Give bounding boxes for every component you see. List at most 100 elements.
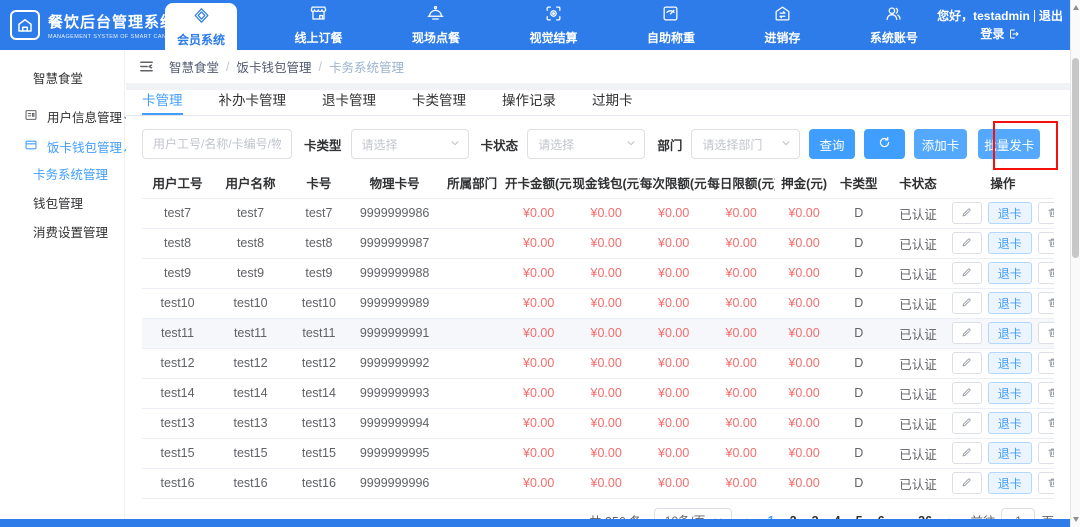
scroll-up-arrow-icon[interactable] (1073, 5, 1079, 10)
delete-card-button[interactable] (1037, 472, 1054, 494)
user-name-header: 用户名称 (225, 176, 276, 191)
batch-issue-card-button[interactable]: 批量发卡 (978, 129, 1040, 159)
delete-card-button[interactable] (1037, 202, 1054, 224)
app-logo: 餐饮后台管理系统 MANAGEMENT SYSTEM OF SMART CANT… (10, 0, 183, 50)
edit-pencil-icon (961, 416, 972, 431)
sidebar-item-user-info[interactable]: 用户信息管理 (0, 101, 134, 131)
tab-bar: 卡管理 补办卡管理 退卡管理 卡类管理 操作记录 过期卡 (126, 90, 1070, 116)
sidebar-item-card-wallet[interactable]: 饭卡钱包管理 (0, 131, 134, 161)
card-type-select[interactable]: 请选择 (350, 129, 469, 159)
nav-item-inventory[interactable]: 进销存 (752, 0, 812, 50)
user-session-area: 您好，testadmin 退出登录 (936, 0, 1064, 50)
tab-card-type[interactable]: 卡类管理 (412, 90, 466, 115)
tab-card-mgmt[interactable]: 卡管理 (142, 90, 183, 115)
delete-card-button[interactable] (1037, 292, 1054, 314)
nav-item-self-weigh[interactable]: 自助称重 (635, 0, 707, 50)
department-cell (439, 407, 505, 438)
delete-card-button[interactable] (1037, 232, 1054, 254)
dish-icon (426, 4, 445, 26)
table-row: test14 test14 test14 9999999993 ¥0.00 ¥0.00 ¥0… (142, 377, 1054, 408)
keyword-search-input[interactable] (142, 129, 292, 159)
edit-card-button[interactable] (951, 232, 982, 254)
cash-wallet-cell: ¥0.00 (572, 437, 640, 468)
tab-return-card[interactable]: 退卡管理 (322, 90, 376, 115)
table-row: test12 test12 test12 9999999992 ¥0.00 ¥0.00 ¥0… (142, 347, 1054, 378)
edit-card-button[interactable] (951, 202, 982, 224)
logout-icon[interactable] (1008, 27, 1020, 41)
edit-pencil-icon (961, 476, 972, 491)
return-card-button[interactable]: 退卡 (987, 382, 1032, 404)
inventory-icon (773, 4, 792, 26)
edit-card-button[interactable] (951, 262, 982, 284)
top-nav: 会员系统 线上订餐 现场点餐 视觉结算 自助称重 进销存 系统账号 (165, 0, 930, 50)
per-limit-cell: ¥0.00 (639, 317, 708, 348)
scrollbar[interactable] (1070, 0, 1080, 527)
return-card-button[interactable]: 退卡 (987, 232, 1032, 254)
actions-cell: 退卡 (951, 317, 1054, 348)
return-card-button[interactable]: 退卡 (987, 262, 1032, 284)
sidebar-item-card-system-mgmt[interactable]: 卡务系统管理 (0, 161, 124, 190)
return-card-button[interactable]: 退卡 (987, 202, 1032, 224)
card-status-select[interactable]: 请选择 (527, 129, 646, 159)
edit-pencil-icon (961, 326, 972, 341)
edit-card-button[interactable] (951, 442, 982, 464)
nav-item-onsite-order[interactable]: 现场点餐 (400, 0, 472, 50)
daily-limit-cell: ¥0.00 (707, 347, 775, 378)
edit-card-button[interactable] (951, 292, 982, 314)
nav-item-system-account[interactable]: 系统账号 (858, 0, 930, 50)
return-card-button[interactable]: 退卡 (987, 412, 1032, 434)
card-table-body: test7 test7 test7 9999999986 ¥0.00 ¥0.00 ¥0.00… (142, 197, 1054, 499)
physical-card-no-cell: 9999999989 (349, 287, 440, 318)
bottom-accent-strip (0, 519, 1070, 527)
daily-limit-cell: ¥0.00 (707, 467, 775, 499)
delete-card-button[interactable] (1037, 262, 1054, 284)
search-button[interactable]: 查询 (808, 129, 856, 159)
edit-card-button[interactable] (951, 322, 982, 344)
delete-card-button[interactable] (1037, 322, 1054, 344)
camera-scan-icon (544, 4, 563, 26)
scroll-down-arrow-icon[interactable] (1073, 517, 1079, 522)
physical-card-no-cell: 9999999988 (349, 257, 440, 288)
sidebar-item-wallet-mgmt[interactable]: 钱包管理 (0, 190, 124, 219)
edit-card-button[interactable] (951, 352, 982, 374)
per-limit-cell: ¥0.00 (639, 227, 708, 258)
breadcrumb-item-home[interactable]: 智慧食堂 (169, 57, 219, 76)
department-select[interactable]: 请选择部门 (691, 129, 800, 159)
tab-expired-card[interactable]: 过期卡 (592, 90, 633, 115)
edit-card-button[interactable] (951, 472, 982, 494)
return-card-button[interactable]: 退卡 (987, 292, 1032, 314)
user-name-cell: test10 (213, 287, 288, 318)
breadcrumb-item-card-wallet[interactable]: 饭卡钱包管理 (237, 57, 312, 76)
delete-card-button[interactable] (1037, 352, 1054, 374)
return-card-button[interactable]: 退卡 (987, 472, 1032, 494)
actions-cell: 退卡 (951, 287, 1054, 318)
department-label: 部门 (657, 138, 683, 153)
gem-icon (192, 6, 211, 28)
delete-card-button[interactable] (1037, 442, 1054, 464)
refresh-button[interactable] (864, 129, 905, 159)
wallet-card-icon (24, 138, 47, 155)
card-status-cell: 已认证 (884, 317, 952, 348)
return-card-button[interactable]: 退卡 (987, 322, 1032, 344)
nav-item-online-order[interactable]: 线上订餐 (282, 0, 354, 50)
trash-icon (1047, 356, 1054, 371)
department-cell (439, 467, 505, 499)
tab-reissue-card[interactable]: 补办卡管理 (219, 90, 287, 115)
actions-cell: 退卡 (951, 407, 1054, 438)
add-card-button[interactable]: 添加卡 (913, 129, 968, 159)
sidebar-item-smart-canteen[interactable]: 智慧食堂 (0, 50, 124, 101)
edit-card-button[interactable] (951, 412, 982, 434)
tab-operation-log[interactable]: 操作记录 (502, 90, 556, 115)
breadcrumb-separator: / (318, 59, 322, 74)
return-card-button[interactable]: 退卡 (987, 442, 1032, 464)
menu-collapse-icon[interactable] (138, 58, 155, 75)
nav-item-member-system[interactable]: 会员系统 (165, 3, 238, 50)
nav-item-visual-settle[interactable]: 视觉结算 (517, 0, 589, 50)
physical-card-no-cell: 9999999995 (349, 437, 440, 468)
return-card-button[interactable]: 退卡 (987, 352, 1032, 374)
delete-card-button[interactable] (1037, 412, 1054, 434)
delete-card-button[interactable] (1037, 382, 1054, 404)
sidebar-item-consume-settings[interactable]: 消费设置管理 (0, 219, 124, 248)
scrollbar-thumb[interactable] (1072, 58, 1079, 258)
edit-card-button[interactable] (951, 382, 982, 404)
